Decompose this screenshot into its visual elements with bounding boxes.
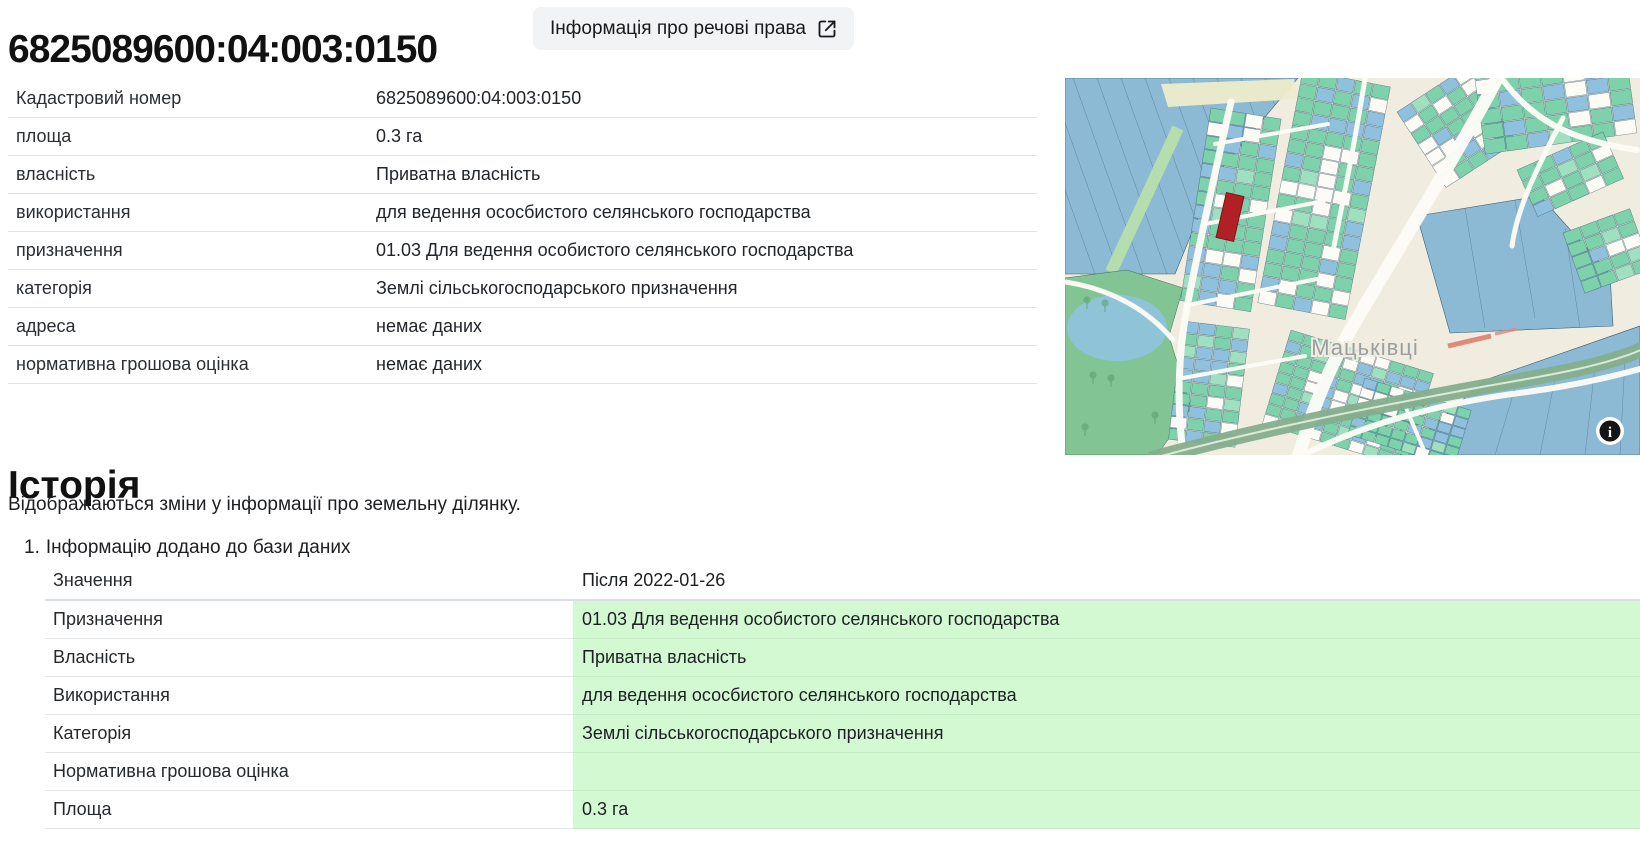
table-row: категорія Землі сільськогосподарського п… bbox=[8, 270, 1037, 308]
row-label: Площа bbox=[45, 791, 573, 829]
row-label: використання bbox=[16, 202, 131, 222]
row-label: власність bbox=[16, 164, 96, 184]
external-link-icon bbox=[817, 19, 837, 39]
table-row: адреса немає даних bbox=[8, 308, 1037, 346]
table-row: призначення 01.03 Для ведення особистого… bbox=[8, 232, 1037, 270]
row-label: Значення bbox=[45, 562, 573, 601]
table-row: нормативна грошова оцінка немає даних bbox=[8, 346, 1037, 384]
property-rights-button-label: Інформація про речові права bbox=[550, 17, 806, 39]
row-label: адреса bbox=[16, 316, 76, 336]
svg-text:i: i bbox=[1608, 425, 1612, 441]
page-title: 6825089600:04:003:0150 bbox=[8, 28, 438, 72]
row-label: нормативна грошова оцінка bbox=[16, 354, 249, 374]
row-label: Категорія bbox=[45, 715, 573, 753]
history-item-number: 1. bbox=[24, 537, 40, 558]
row-label: призначення bbox=[16, 240, 123, 260]
row-label: категорія bbox=[16, 278, 92, 298]
cadastral-map-preview[interactable]: Мацьківці i bbox=[1065, 78, 1640, 455]
row-label: Використання bbox=[45, 677, 573, 715]
row-value: Приватна власність bbox=[376, 164, 541, 184]
row-value: немає даних bbox=[376, 316, 483, 336]
history-item-title: 1. Інформацію додано до бази даних bbox=[24, 537, 350, 559]
row-label: Власність bbox=[45, 639, 573, 677]
table-row: власність Приватна власність bbox=[8, 156, 1037, 194]
table-row: Категорія Землі сільськогосподарського п… bbox=[45, 715, 1640, 753]
row-label: площа bbox=[16, 126, 72, 146]
table-row: використання для ведення ососбистого сел… bbox=[8, 194, 1037, 232]
table-row: Використання для ведення ососбистого сел… bbox=[45, 677, 1640, 715]
row-label: Нормативна грошова оцінка bbox=[45, 753, 573, 791]
row-value: 6825089600:04:003:0150 bbox=[376, 88, 582, 108]
row-value: Приватна власність bbox=[573, 639, 1640, 677]
row-value: для ведення ососбистого селянського госп… bbox=[573, 677, 1640, 715]
row-value: Після 2022-01-26 bbox=[573, 562, 1640, 601]
history-header-row: Значення Після 2022-01-26 bbox=[45, 562, 1640, 601]
cadastral-map-canvas: Мацьківці i bbox=[1065, 78, 1640, 455]
table-row: Нормативна грошова оцінка bbox=[45, 753, 1640, 791]
row-value: Землі сільськогосподарського призначення bbox=[376, 278, 738, 298]
row-value bbox=[573, 753, 1640, 791]
row-value: Землі сільськогосподарського призначення bbox=[573, 715, 1640, 753]
history-item-text: Інформацію додано до бази даних bbox=[45, 537, 351, 558]
property-rights-button[interactable]: Інформація про речові права bbox=[533, 7, 854, 50]
history-description: Відображаються зміни у інформації про зе… bbox=[8, 494, 521, 515]
map-info-icon: i bbox=[1596, 417, 1624, 445]
table-row: площа 0.3 га bbox=[8, 118, 1037, 156]
row-value: немає даних bbox=[376, 354, 483, 374]
row-value: 0.3 га bbox=[376, 126, 423, 146]
map-village-label: Мацьківці bbox=[1311, 335, 1419, 360]
table-row: Площа 0.3 га bbox=[45, 791, 1640, 829]
row-value: для ведення ососбистого селянського госп… bbox=[376, 202, 811, 222]
table-row: Кадастровий номер 6825089600:04:003:0150 bbox=[8, 80, 1037, 118]
history-table: Значення Після 2022-01-26 Призначення 01… bbox=[45, 562, 1640, 829]
row-value: 01.03 Для ведення особистого селянського… bbox=[573, 601, 1640, 639]
row-value: 01.03 Для ведення особистого селянського… bbox=[376, 240, 854, 260]
row-label: Кадастровий номер bbox=[16, 88, 182, 108]
table-row: Призначення 01.03 Для ведення особистого… bbox=[45, 601, 1640, 639]
row-value: 0.3 га bbox=[573, 791, 1640, 829]
table-row: Власність Приватна власність bbox=[45, 639, 1640, 677]
row-label: Призначення bbox=[45, 601, 573, 639]
parcel-info-table: Кадастровий номер 6825089600:04:003:0150… bbox=[8, 80, 1037, 384]
